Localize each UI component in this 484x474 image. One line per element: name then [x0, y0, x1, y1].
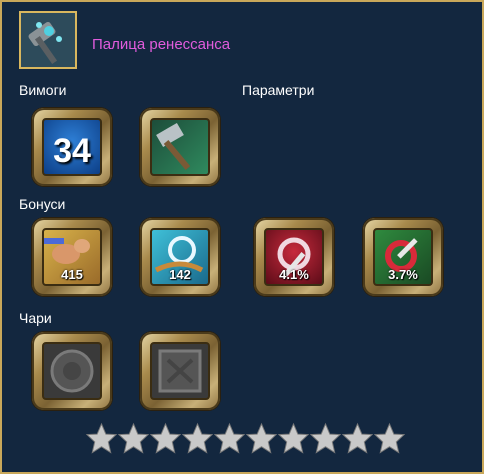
strength-arm-icon: 415: [42, 228, 102, 286]
star-icon: [182, 422, 213, 454]
level-requirement-slot[interactable]: 34: [32, 108, 112, 186]
hammer-weapon-icon: [150, 118, 210, 176]
parameters-label: Параметри: [242, 82, 315, 98]
star-rating: [86, 422, 405, 456]
item-name: Палица ренессанса: [92, 36, 231, 53]
critical-damage-icon: 3.7%: [373, 228, 433, 286]
charms-label: Чари: [19, 310, 52, 326]
bonus-slot-crit-damage[interactable]: 3.7%: [363, 218, 443, 296]
charm-slot-2[interactable]: [140, 332, 220, 410]
star-icon: [246, 422, 277, 454]
item-tooltip-panel: Палица ренессанса Вимоги Параметри 34 Бо…: [0, 0, 484, 474]
critical-sword-icon: 4.1%: [264, 228, 324, 286]
charm-slot-1[interactable]: [32, 332, 112, 410]
star-icon: [310, 422, 341, 454]
level-background: 34: [42, 118, 102, 176]
star-icon: [86, 422, 117, 454]
bonus-value-crit-damage: 3.7%: [388, 267, 418, 282]
star-icon: [150, 422, 181, 454]
bonuses-label: Бонуси: [19, 196, 66, 212]
bonus-value-crit-chance: 4.1%: [279, 267, 309, 282]
wind-swirl-icon: 142: [150, 228, 210, 286]
star-icon: [374, 422, 405, 454]
bonus-value-wind: 142: [169, 267, 191, 282]
star-icon: [342, 422, 373, 454]
requirements-label: Вимоги: [19, 82, 67, 98]
star-icon: [118, 422, 149, 454]
hammer-icon[interactable]: [19, 11, 77, 69]
star-icon: [214, 422, 245, 454]
bonus-slot-crit-chance[interactable]: 4.1%: [254, 218, 334, 296]
empty-charm-socket-square-icon: [150, 342, 210, 400]
bonus-slot-strength[interactable]: 415: [32, 218, 112, 296]
empty-charm-socket-round-icon: [42, 342, 102, 400]
weapon-type-slot[interactable]: [140, 108, 220, 186]
bonus-value-strength: 415: [61, 267, 83, 282]
bonus-slot-wind[interactable]: 142: [140, 218, 220, 296]
star-icon: [278, 422, 309, 454]
level-requirement-value: 34: [53, 132, 91, 170]
